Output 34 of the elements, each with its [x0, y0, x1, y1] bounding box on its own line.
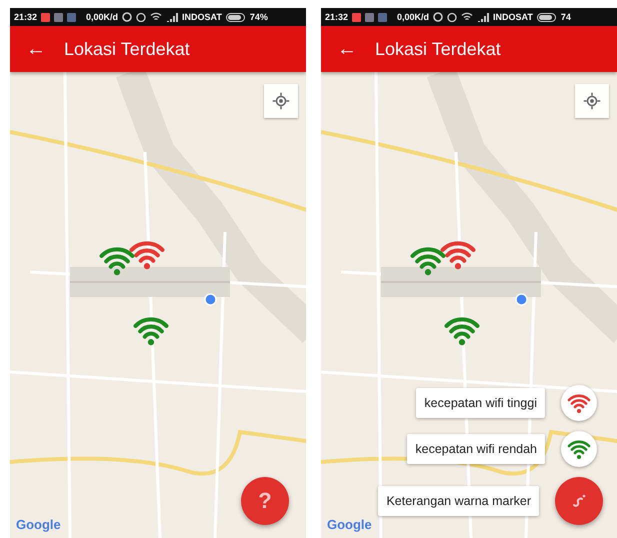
screen-title: Lokasi Terdekat [64, 38, 190, 60]
location-dot-icon [515, 293, 528, 306]
map-attribution: Google [16, 517, 61, 532]
map-attribution: Google [327, 517, 372, 532]
crosshair-icon [583, 92, 601, 110]
circle-icon [433, 12, 444, 22]
circle-icon [122, 12, 132, 22]
status-time: 21:32 [325, 12, 348, 22]
network-speed: 0,00K/d [86, 12, 118, 22]
battery-icon [226, 12, 246, 22]
carrier-name: INDOSAT [493, 12, 533, 22]
crosshair-icon [272, 92, 290, 110]
carrier-name: INDOSAT [182, 12, 222, 22]
network-speed: 0,00K/d [397, 12, 430, 22]
screen-title: Lokasi Terdekat [375, 38, 501, 60]
signal-icon [166, 12, 178, 22]
curve-icon [571, 493, 587, 509]
location-dot-icon [204, 293, 217, 306]
back-button[interactable]: ← [26, 38, 46, 60]
battery-percent: 74% [250, 12, 268, 22]
status-time: 21:32 [14, 12, 38, 22]
wifi-icon [461, 12, 474, 22]
legend-title: Keterangan warna marker [378, 486, 539, 516]
back-button[interactable]: ← [337, 38, 357, 60]
alarm-icon [447, 12, 458, 22]
legend-label: kecepatan wifi rendah [407, 434, 545, 464]
signal-icon [477, 12, 490, 22]
my-location-button[interactable] [575, 84, 609, 118]
wifi-icon [150, 12, 162, 22]
legend-label: kecepatan wifi tinggi [416, 388, 545, 418]
battery-icon [536, 12, 557, 22]
alarm-icon [136, 12, 146, 22]
my-location-button[interactable] [264, 84, 298, 118]
battery-percent: 74 [560, 12, 571, 22]
